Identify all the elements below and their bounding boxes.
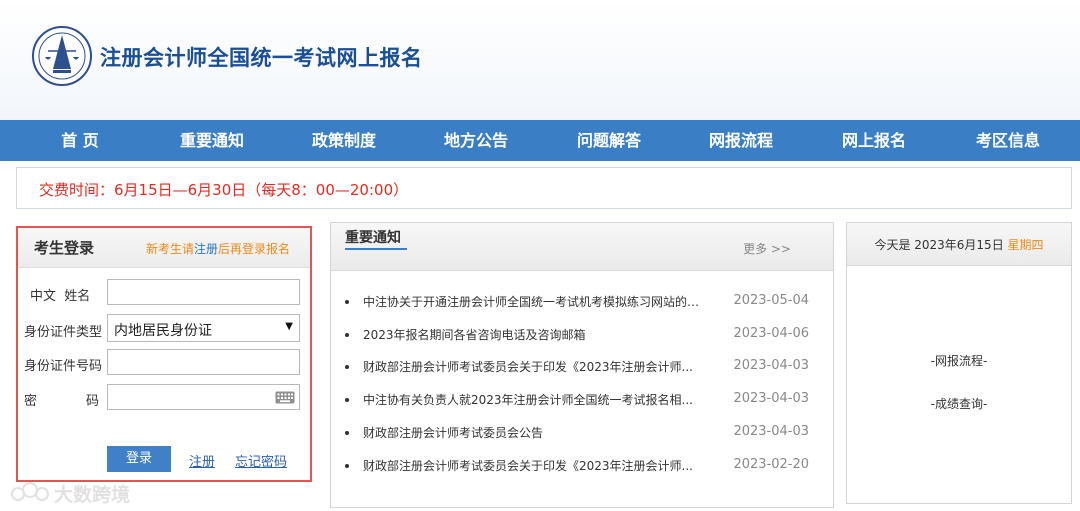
login-panel: 考生登录 新考生请注册后再登录报名 中文 姓名 身份证件类型 内地居民身份证 ▼… xyxy=(16,226,312,482)
news-item-date: 2023-04-03 xyxy=(733,358,809,373)
news-item-title[interactable]: 中注协关于开通注册会计师全国统一考试机考模拟练习网站的公... xyxy=(363,293,707,310)
main-nav: 首 页 重要通知 政策制度 地方公告 问题解答 网报流程 网上报名 考区信息 xyxy=(0,120,1080,161)
news-item-date: 2023-02-20 xyxy=(733,457,809,472)
id-number-input[interactable] xyxy=(107,349,300,375)
bullet-icon xyxy=(345,333,349,337)
password-label-second: 码 xyxy=(86,394,100,409)
nav-item-notices[interactable]: 重要通知 xyxy=(162,120,262,161)
keyboard-icon[interactable] xyxy=(275,391,295,404)
login-title: 考生登录 xyxy=(34,239,95,257)
watermark-text: 大数跨境 xyxy=(54,484,131,506)
nav-item-registration-process[interactable]: 网报流程 xyxy=(691,120,791,161)
id-type-select[interactable]: 内地居民身份证 ▼ xyxy=(107,314,300,342)
nav-item-local-announcements[interactable]: 地方公告 xyxy=(426,120,526,161)
nav-item-exam-area-info[interactable]: 考区信息 xyxy=(958,120,1058,161)
bullet-icon xyxy=(345,464,349,468)
fee-notice-bar: 交费时间：6月15日—6月30日（每天8：00—20:00） xyxy=(16,167,1072,209)
score-query-link[interactable]: -成绩查询- xyxy=(847,395,1071,412)
password-input[interactable] xyxy=(107,384,300,410)
news-item-title[interactable]: 财政部注册会计师考试委员会公告 xyxy=(363,424,707,441)
more-link[interactable]: 更多 >> xyxy=(743,240,791,257)
nav-item-policies[interactable]: 政策制度 xyxy=(294,120,394,161)
register-link[interactable]: 注册 xyxy=(189,451,215,470)
cicpa-logo-icon xyxy=(32,26,92,86)
bullet-icon xyxy=(345,431,349,435)
news-item[interactable]: 财政部注册会计师考试委员会关于印发《2023年注册会计师... 2023-02-… xyxy=(345,457,825,477)
register-hint-link[interactable]: 注册 xyxy=(194,242,218,256)
id-type-selected-value: 内地居民身份证 xyxy=(114,323,212,339)
news-item-title[interactable]: 财政部注册会计师考试委员会关于印发《2023年注册会计师... xyxy=(363,358,707,375)
notices-title: 重要通知 xyxy=(345,229,407,250)
news-item[interactable]: 2023年报名期间各省咨询电话及咨询邮箱 2023-04-06 xyxy=(345,326,825,346)
news-item-title[interactable]: 中注协有关负责人就2023年注册会计师全国统一考试报名相... xyxy=(363,391,707,408)
forgot-password-link[interactable]: 忘记密码 xyxy=(235,451,287,470)
nav-item-home[interactable]: 首 页 xyxy=(30,120,130,161)
today-date: 今天是 2023年6月15日 星期四 xyxy=(847,236,1071,253)
nav-item-online-registration[interactable]: 网上报名 xyxy=(824,120,924,161)
news-item[interactable]: 财政部注册会计师考试委员会关于印发《2023年注册会计师... 2023-04-… xyxy=(345,358,825,378)
name-label: 中文 姓名 xyxy=(30,289,91,304)
bullet-icon xyxy=(345,365,349,369)
news-item-date: 2023-04-03 xyxy=(733,391,809,406)
news-item-date: 2023-04-06 xyxy=(733,326,809,341)
password-label-first: 密 xyxy=(24,394,38,409)
site-title: 注册会计师全国统一考试网上报名 xyxy=(100,46,423,70)
register-hint: 新考生请注册后再登录报名 xyxy=(146,240,290,257)
today-date-text: 今天是 2023年6月15日 xyxy=(874,238,1004,252)
login-button[interactable]: 登录 xyxy=(107,446,171,472)
nav-item-faq[interactable]: 问题解答 xyxy=(559,120,659,161)
news-item[interactable]: 中注协关于开通注册会计师全国统一考试机考模拟练习网站的公... 2023-05-… xyxy=(345,293,825,313)
page-header: 注册会计师全国统一考试网上报名 xyxy=(0,0,1080,120)
side-info-panel: 今天是 2023年6月15日 星期四 -网报流程- -成绩查询- xyxy=(846,222,1072,504)
register-hint-prefix: 新考生请 xyxy=(145,242,194,256)
news-item[interactable]: 中注协有关负责人就2023年注册会计师全国统一考试报名相... 2023-04-… xyxy=(345,391,825,411)
bullet-icon xyxy=(345,398,349,402)
login-header: 考生登录 新考生请注册后再登录报名 xyxy=(18,228,310,268)
today-weekday: 星期四 xyxy=(1007,238,1044,252)
important-notices-panel: 重要通知 更多 >> 中注协关于开通注册会计师全国统一考试机考模拟练习网站的公.… xyxy=(330,222,834,508)
register-hint-suffix: 后再登录报名 xyxy=(217,242,290,256)
registration-process-link[interactable]: -网报流程- xyxy=(847,352,1071,369)
bullet-icon xyxy=(345,300,349,304)
fee-notice-text: 交费时间：6月15日—6月30日（每天8：00—20:00） xyxy=(39,181,409,199)
news-item-date: 2023-04-03 xyxy=(733,424,809,439)
name-input[interactable] xyxy=(107,279,300,305)
news-item-title[interactable]: 2023年报名期间各省咨询电话及咨询邮箱 xyxy=(363,326,707,343)
news-item-title[interactable]: 财政部注册会计师考试委员会关于印发《2023年注册会计师... xyxy=(363,457,707,474)
id-type-label: 身份证件类型 xyxy=(24,325,103,340)
news-item-date: 2023-05-04 xyxy=(733,293,809,308)
news-item[interactable]: 财政部注册会计师考试委员会公告 2023-04-03 xyxy=(345,424,825,444)
notices-header: 重要通知 更多 >> xyxy=(331,223,833,271)
id-number-label: 身份证件号码 xyxy=(24,359,103,374)
today-header: 今天是 2023年6月15日 星期四 xyxy=(847,223,1071,266)
chevron-down-icon: ▼ xyxy=(285,321,293,332)
watermark-logo-icon xyxy=(11,482,49,501)
